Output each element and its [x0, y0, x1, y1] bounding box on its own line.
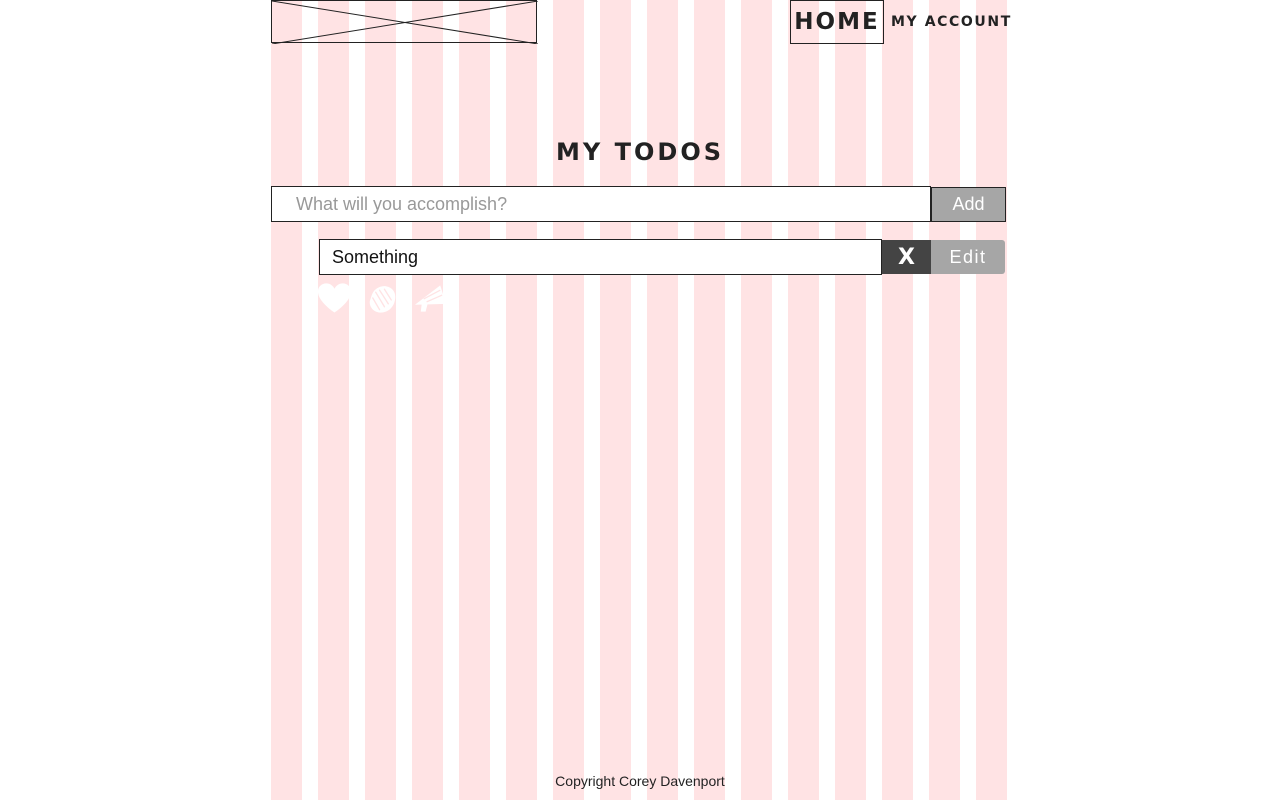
- page-title: MY TODOS: [556, 138, 724, 166]
- heart-icon[interactable]: [317, 282, 352, 314]
- add-button[interactable]: Add: [931, 187, 1006, 222]
- page: HOME MY ACCOUNT MY TODOS Add X Edit: [0, 0, 1280, 800]
- grid-overlay: [271, 0, 1009, 800]
- footer-copyright: Copyright Corey Davenport: [555, 773, 725, 789]
- delete-todo-button[interactable]: X: [882, 240, 931, 274]
- top-nav: HOME MY ACCOUNT: [790, 0, 1012, 44]
- nav-my-account-link[interactable]: MY ACCOUNT: [891, 14, 1012, 30]
- new-todo-input[interactable]: [271, 186, 931, 222]
- clap-icon[interactable]: [365, 282, 400, 314]
- megaphone-icon[interactable]: [413, 282, 448, 314]
- edit-todo-button[interactable]: Edit: [931, 240, 1005, 274]
- nav-home-link[interactable]: HOME: [790, 0, 884, 44]
- logo-placeholder-icon: [272, 1, 538, 44]
- logo-placeholder[interactable]: [271, 0, 538, 44]
- todo-item-input[interactable]: [319, 239, 882, 275]
- reaction-buttons: [317, 282, 448, 314]
